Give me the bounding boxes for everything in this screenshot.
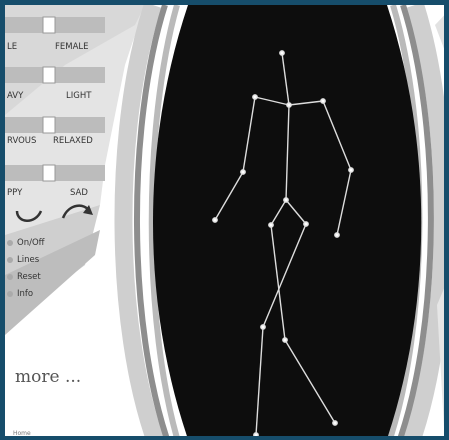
slider-gender-left-label: LE bbox=[7, 42, 18, 52]
slider-calm-right-label: RELAXED bbox=[53, 136, 93, 146]
toggle-info-label[interactable]: Info bbox=[17, 289, 33, 299]
slider-weight-left-label: AVY bbox=[7, 91, 24, 101]
toggle-onoff-icon[interactable] bbox=[7, 240, 13, 246]
more-link[interactable]: more ... bbox=[15, 367, 81, 387]
slider-happy-left-label: PPY bbox=[7, 188, 23, 198]
slider-gender-right-label: FEMALE bbox=[55, 42, 89, 52]
slider-calm-left-label: RVOUS bbox=[7, 136, 37, 146]
toggle-reset-label[interactable]: Reset bbox=[17, 272, 41, 282]
toggle-onoff-label[interactable]: On/Off bbox=[17, 238, 45, 248]
toggle-info-icon[interactable] bbox=[7, 291, 13, 297]
slider-gender[interactable] bbox=[5, 16, 105, 34]
toggle-lines-label[interactable]: Lines bbox=[17, 255, 39, 265]
slider-mood-happy[interactable] bbox=[5, 164, 105, 182]
viewport bbox=[153, 5, 422, 436]
toggle-reset-icon[interactable] bbox=[7, 274, 13, 280]
app-window: LE FEMALE AVY LIGHT RVOUS RELAXED PPY SA… bbox=[0, 0, 449, 440]
slider-happy-right-label: SAD bbox=[70, 188, 88, 198]
toggle-lines-icon[interactable] bbox=[7, 257, 13, 263]
slider-weight-right-label: LIGHT bbox=[66, 91, 92, 101]
slider-weight[interactable] bbox=[5, 66, 105, 84]
footer-text[interactable]: Home bbox=[13, 430, 31, 436]
slider-mood-calm[interactable] bbox=[5, 116, 105, 134]
